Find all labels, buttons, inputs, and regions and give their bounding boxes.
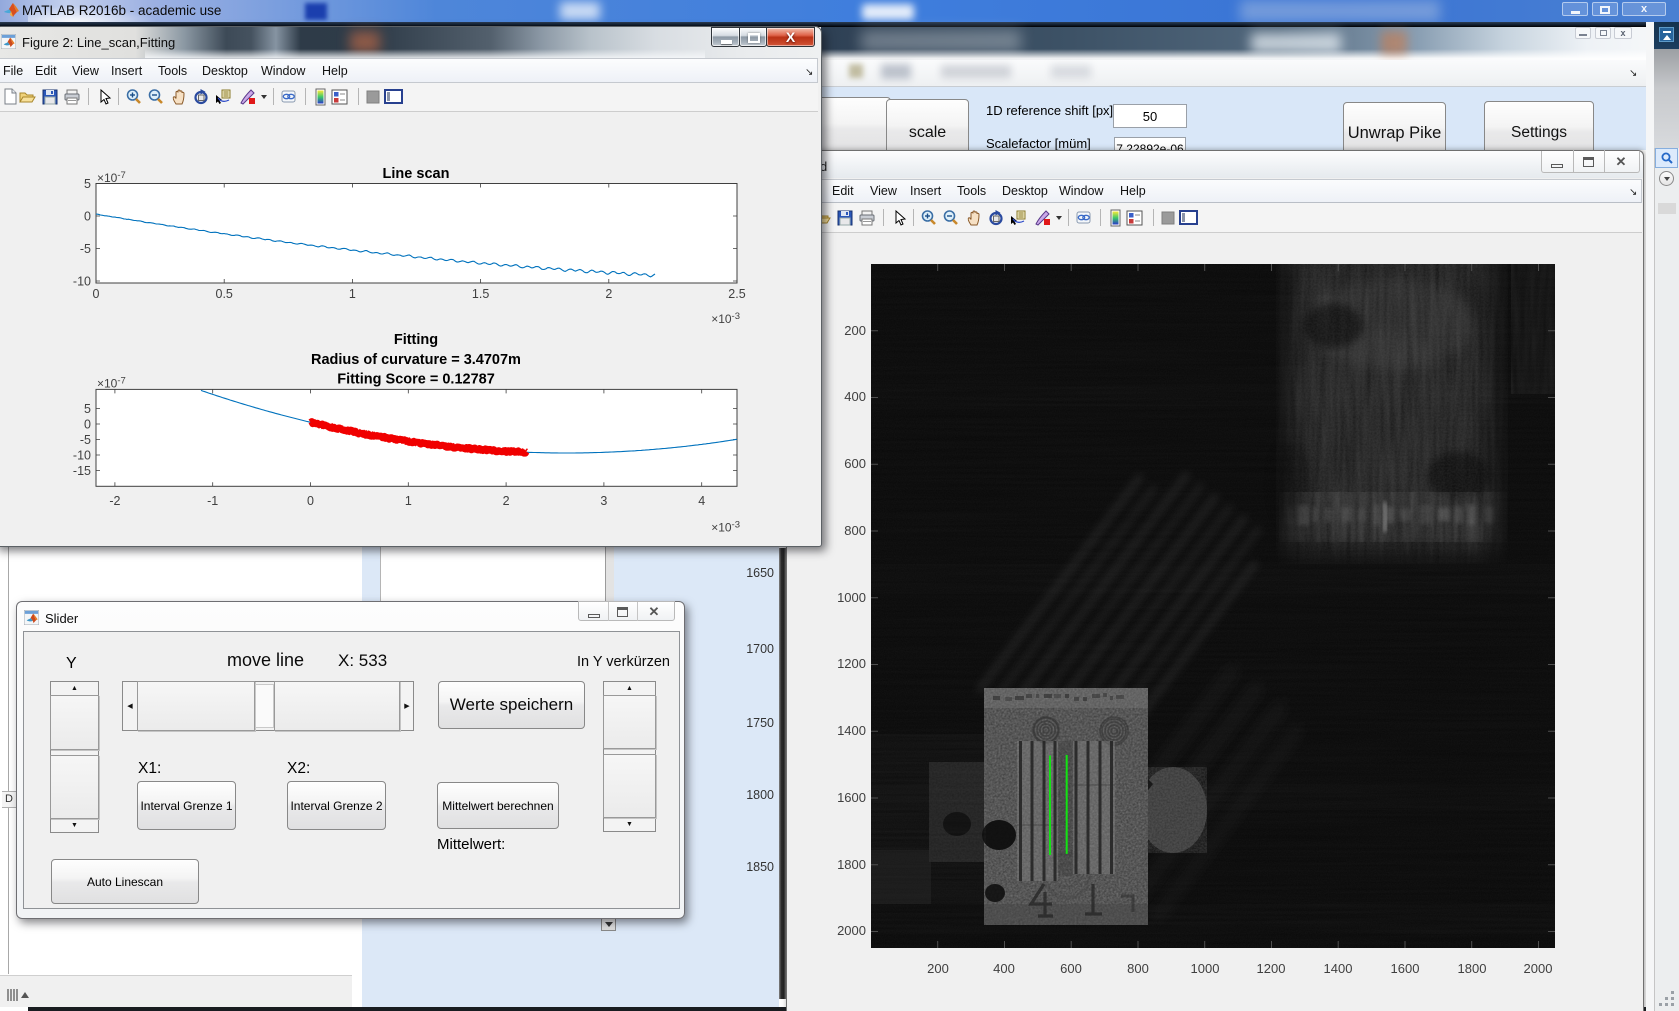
- svg-text:5: 5: [84, 402, 91, 416]
- svg-text:2: 2: [605, 287, 612, 301]
- svg-text:-10: -10: [73, 275, 91, 289]
- svg-text:1: 1: [349, 287, 356, 301]
- svg-text:-5: -5: [80, 433, 91, 447]
- svg-text:0: 0: [307, 494, 314, 508]
- svg-text:0: 0: [84, 418, 91, 432]
- svg-text:Radius of curvature = 3.4707m: Radius of curvature = 3.4707m: [311, 352, 521, 368]
- svg-text:-5: -5: [80, 242, 91, 256]
- svg-text:-15: -15: [73, 464, 91, 478]
- svg-text:3: 3: [600, 494, 607, 508]
- svg-text:×10-7: ×10-7: [97, 170, 126, 185]
- svg-text:1.5: 1.5: [472, 287, 489, 301]
- svg-text:0.5: 0.5: [216, 287, 233, 301]
- svg-text:0: 0: [93, 287, 100, 301]
- svg-text:×10-3: ×10-3: [711, 311, 740, 326]
- svg-text:5: 5: [84, 177, 91, 191]
- svg-text:0: 0: [84, 210, 91, 224]
- svg-text:×10-3: ×10-3: [711, 520, 740, 535]
- svg-text:Fitting: Fitting: [394, 332, 438, 348]
- svg-text:-1: -1: [207, 494, 218, 508]
- svg-text:-2: -2: [109, 494, 120, 508]
- svg-text:2: 2: [503, 494, 510, 508]
- svg-text:2.5: 2.5: [728, 287, 745, 301]
- svg-text:Fitting Score = 0.12787: Fitting Score = 0.12787: [337, 372, 495, 388]
- svg-text:4: 4: [698, 494, 705, 508]
- svg-text:1: 1: [405, 494, 412, 508]
- svg-text:-10: -10: [73, 449, 91, 463]
- svg-text:Line scan: Line scan: [383, 166, 450, 182]
- svg-text:×10-7: ×10-7: [97, 376, 126, 391]
